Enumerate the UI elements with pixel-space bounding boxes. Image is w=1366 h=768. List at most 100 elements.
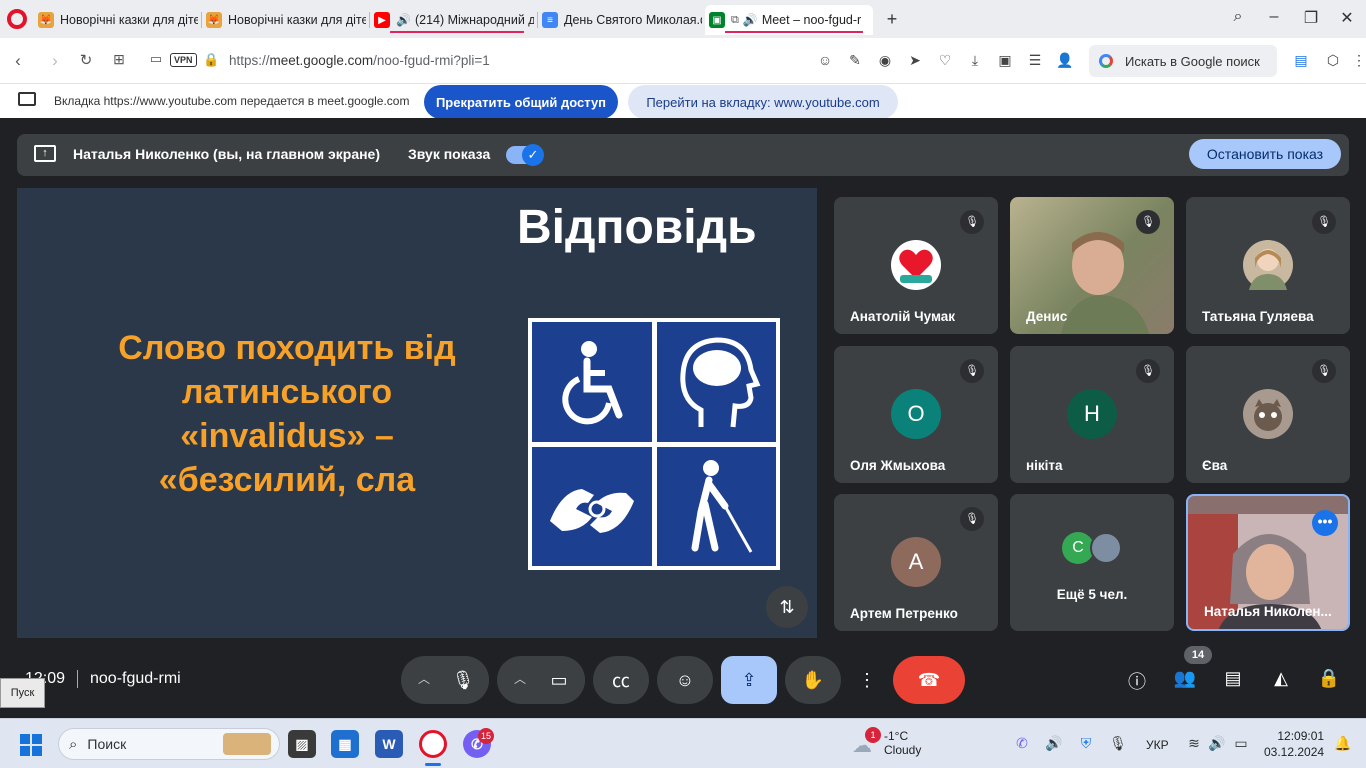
lock-icon[interactable]: 🔒	[203, 52, 219, 68]
microphone-tray-icon[interactable]: 🎙	[1108, 735, 1128, 752]
taskbar-search[interactable]: ⌕ Поиск	[58, 728, 280, 760]
tab-title: (214) Міжнародний д	[414, 13, 534, 27]
notifications-icon[interactable]: 🔔	[1333, 735, 1353, 752]
more-options-icon[interactable]: ⋮	[849, 656, 885, 704]
download-icon[interactable]: ⤓	[966, 52, 984, 69]
people-icon[interactable]: 👥	[1173, 668, 1197, 692]
restore-icon[interactable]: ❐	[1301, 8, 1321, 28]
sign-language-icon	[532, 446, 652, 566]
temperature: -1°C	[884, 729, 909, 743]
wifi-icon[interactable]: ≋	[1184, 735, 1204, 752]
mic-off-icon: 🎙	[1312, 210, 1336, 234]
search-tabs-icon[interactable]: ⌕	[1228, 8, 1248, 26]
browser-tab-3[interactable]: ▶ 🔊 (214) Міжнародний д	[370, 5, 534, 35]
profile-icon[interactable]: 👤	[1056, 52, 1074, 69]
tab-title: Новорічні казки для дітей	[60, 13, 198, 27]
participant-count-badge: 14	[1184, 646, 1212, 664]
send-icon[interactable]: ➤	[906, 52, 924, 69]
media-icon[interactable]: ▣	[996, 52, 1014, 69]
go-to-tab-button[interactable]: Перейти на вкладку: www.youtube.com	[628, 85, 898, 119]
forward-icon[interactable]: ›	[45, 51, 65, 71]
audio-settings-chevron-icon[interactable]: ︿	[418, 670, 430, 687]
speaker-tray-icon[interactable]: 🔊	[1044, 735, 1064, 752]
google-search-box[interactable]: Искать в Google поиск	[1089, 45, 1277, 77]
url-field[interactable]: https://meet.google.com/noo-fgud-rmi?pli…	[229, 53, 490, 68]
participant-name: Анатолій Чумак	[850, 309, 956, 324]
tab-title: День Святого Миколая.d	[564, 13, 702, 27]
host-controls-icon[interactable]: 🔒	[1317, 668, 1341, 692]
present-button[interactable]: ⇪	[721, 656, 777, 704]
camera-button[interactable]: ▭	[533, 656, 585, 704]
slide-body: Слово походить від латинського «invalidu…	[47, 326, 527, 502]
speaker-icon[interactable]: 🔊	[396, 13, 411, 27]
reactions-button[interactable]: ☺	[657, 656, 713, 704]
meeting-details-icon[interactable]: ⓘ	[1125, 668, 1149, 692]
store-icon[interactable]: ▦	[331, 730, 359, 758]
opera-menu-icon[interactable]	[7, 9, 27, 29]
speaker-icon[interactable]: 🔊	[743, 13, 758, 27]
participant-tile[interactable]: 🎙 Татьяна Гуляева	[1186, 197, 1350, 334]
screen-share-icon	[18, 92, 36, 106]
heart-icon[interactable]: ♡	[936, 52, 954, 69]
stop-sharing-button[interactable]: Прекратить общий доступ	[424, 85, 618, 119]
speed-dial-icon[interactable]: ⊞	[109, 51, 129, 68]
stop-presenting-button[interactable]: Остановить показ	[1189, 139, 1341, 169]
sidebar-icon[interactable]: ▤	[1292, 52, 1310, 69]
system-clock[interactable]: 12:09:01 03.12.2024	[1264, 728, 1324, 760]
shared-screen: Відповідь Слово походить від латинського…	[17, 188, 817, 638]
word-icon[interactable]: W	[375, 730, 403, 758]
vpn-badge[interactable]: VPN	[170, 53, 197, 67]
brain-head-icon	[656, 322, 776, 442]
swap-layout-button[interactable]: ⇅	[766, 586, 808, 628]
microphone-button[interactable]: 🎙	[437, 656, 489, 704]
participant-name: Єва	[1202, 458, 1228, 473]
viber-tray-icon[interactable]: ✆	[1012, 735, 1032, 752]
more-options-button[interactable]: •••	[1312, 510, 1338, 536]
browser-tab-1[interactable]: 🦊 Новорічні казки для дітей	[34, 5, 198, 35]
share-audio-toggle[interactable]: ✓	[506, 144, 544, 166]
browser-tab-meet[interactable]: ▣ ⧉ 🔊 Meet – noo-fgud-r	[705, 5, 873, 35]
security-tray-icon[interactable]: ⛨	[1076, 735, 1096, 752]
back-icon[interactable]: ‹	[8, 51, 28, 71]
participant-tile[interactable]: 🎙 О Оля Жмыхова	[834, 346, 998, 483]
wheelchair-icon	[532, 322, 652, 442]
browser-tab-4[interactable]: ≡ День Святого Миколая.d	[538, 5, 702, 35]
task-view-icon[interactable]: ▨	[288, 730, 316, 758]
extensions-icon[interactable]: ⬡	[1324, 52, 1342, 69]
weather-widget[interactable]: -1°C Cloudy	[884, 729, 921, 757]
menu-icon[interactable]: ⋮	[1350, 52, 1366, 69]
activities-icon[interactable]: ◭	[1269, 668, 1293, 692]
chat-icon[interactable]: ▤	[1221, 668, 1245, 692]
easy-setup-icon[interactable]: ☰	[1026, 52, 1044, 69]
opera-icon[interactable]	[419, 730, 447, 758]
edit-icon[interactable]: ✎	[846, 52, 864, 69]
snapshot-icon[interactable]: ◉	[876, 52, 894, 69]
captions-button[interactable]: ㏄	[593, 656, 649, 704]
tab-title: Новорічні казки для дітей	[228, 13, 366, 27]
more-participants-tile[interactable]: С Ещё 5 чел.	[1010, 494, 1174, 631]
browser-tab-2[interactable]: 🦊 Новорічні казки для дітей	[202, 5, 366, 35]
volume-icon[interactable]: 🔊	[1207, 735, 1227, 752]
new-tab-button[interactable]: +	[882, 9, 902, 30]
windows-start-icon[interactable]	[20, 734, 42, 756]
participant-tile[interactable]: 🎙 Денис	[1010, 197, 1174, 334]
raise-hand-button[interactable]: ✋	[785, 656, 841, 704]
participant-tile[interactable]: 🎙 Єва	[1186, 346, 1350, 483]
video-settings-chevron-icon[interactable]: ︿	[514, 670, 526, 687]
self-view-tile[interactable]: ••• Наталья Николен...	[1186, 494, 1350, 631]
minimize-icon[interactable]: –	[1264, 8, 1284, 26]
language-indicator[interactable]: УКР	[1146, 738, 1169, 752]
leave-call-button[interactable]: ☎	[893, 656, 965, 704]
close-icon[interactable]: ✕	[1337, 8, 1357, 28]
tab-sharing-bar: Вкладка https://www.youtube.com передает…	[0, 84, 1366, 119]
reload-icon[interactable]: ↻	[76, 51, 96, 69]
google-logo-icon	[1099, 54, 1113, 68]
participant-tile[interactable]: 🎙 Анатолій Чумак	[834, 197, 998, 334]
battery-icon[interactable]: ▭	[1231, 735, 1251, 752]
participant-tile[interactable]: 🎙 А Артем Петренко	[834, 494, 998, 631]
weather-badge: 1	[865, 727, 881, 743]
emoji-icon[interactable]: ☺	[816, 52, 834, 68]
participant-tile[interactable]: 🎙 Н нікіта	[1010, 346, 1174, 483]
browser-tab-strip: 🦊 Новорічні казки для дітей 🦊 Новорічні …	[0, 0, 1366, 38]
camera-icon[interactable]: ▭	[146, 51, 166, 67]
